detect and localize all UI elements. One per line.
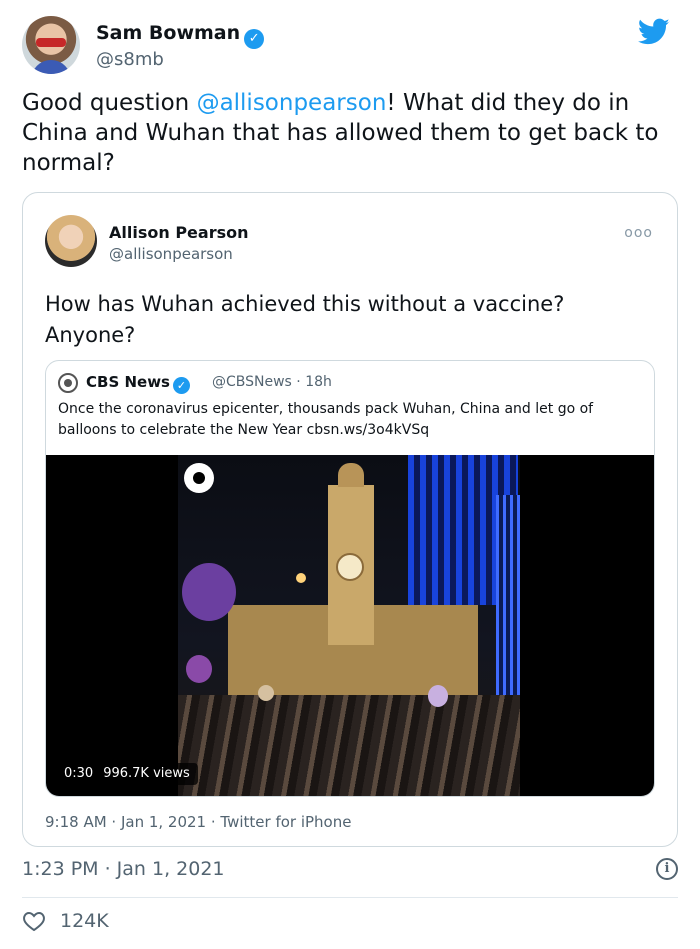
more-options-icon[interactable]: ooo <box>624 225 653 241</box>
balloon <box>186 655 212 683</box>
tweet-text: Good question @allisonpearson! What did … <box>22 88 682 178</box>
avatar-sunglasses <box>36 38 66 47</box>
quoted-handle[interactable]: @allisonpearson <box>109 245 233 263</box>
video-views: 996.7K views <box>103 766 190 781</box>
embedded-name[interactable]: CBS News <box>86 373 170 391</box>
embedded-tweet[interactable]: CBS News ✓ @CBSNews · 18h Once the corona… <box>45 360 655 797</box>
like-button[interactable]: 124K <box>22 906 109 936</box>
author-name[interactable]: Sam Bowman <box>96 22 240 44</box>
info-icon[interactable]: i <box>656 858 678 880</box>
cbs-eye-icon <box>184 463 214 493</box>
video-duration: 0:30 <box>64 766 94 781</box>
balloon <box>258 685 274 701</box>
quoted-tweet[interactable]: Allison Pearson @allisonpearson ooo How … <box>22 192 678 847</box>
video-thumbnail[interactable] <box>178 455 520 796</box>
balloon <box>182 563 236 621</box>
street-light <box>296 573 306 583</box>
quoted-name[interactable]: Allison Pearson <box>109 223 248 242</box>
clock-face <box>336 553 364 581</box>
quoted-timestamp[interactable]: 9:18 AM · Jan 1, 2021 · Twitter for iPho… <box>45 813 351 831</box>
author-avatar[interactable] <box>22 16 80 74</box>
embedded-name-row[interactable]: CBS News ✓ <box>86 373 190 394</box>
cbs-avatar[interactable] <box>58 373 78 393</box>
twitter-bird-icon[interactable] <box>638 18 670 46</box>
crowd <box>178 695 520 796</box>
video-player[interactable]: 0:30 996.7K views <box>46 455 654 796</box>
video-stats-badge: 0:30 996.7K views <box>56 763 198 785</box>
verified-icon: ✓ <box>172 377 190 394</box>
lit-tower <box>496 495 520 695</box>
heart-icon[interactable] <box>22 910 46 932</box>
avatar-shirt <box>31 60 71 74</box>
divider <box>22 897 678 898</box>
quoted-avatar[interactable] <box>45 215 97 267</box>
author-handle[interactable]: @s8mb <box>96 49 164 70</box>
tweet-timestamp[interactable]: 1:23 PM · Jan 1, 2021 <box>22 858 225 880</box>
tweet-header: Sam Bowman ✓ @s8mb <box>22 16 682 76</box>
like-count: 124K <box>60 910 109 932</box>
balloon <box>428 685 448 707</box>
embedded-text: Once the coronavirus epicenter, thousand… <box>58 401 594 438</box>
mention-link[interactable]: @allisonpearson <box>197 90 387 116</box>
verified-icon: ✓ <box>244 29 265 49</box>
quoted-text: How has Wuhan achieved this without a va… <box>45 292 565 347</box>
author-name-row[interactable]: Sam Bowman ✓ <box>96 22 265 49</box>
tweet-text-start: Good question <box>22 90 197 116</box>
embedded-meta: @CBSNews · 18h <box>212 374 332 390</box>
